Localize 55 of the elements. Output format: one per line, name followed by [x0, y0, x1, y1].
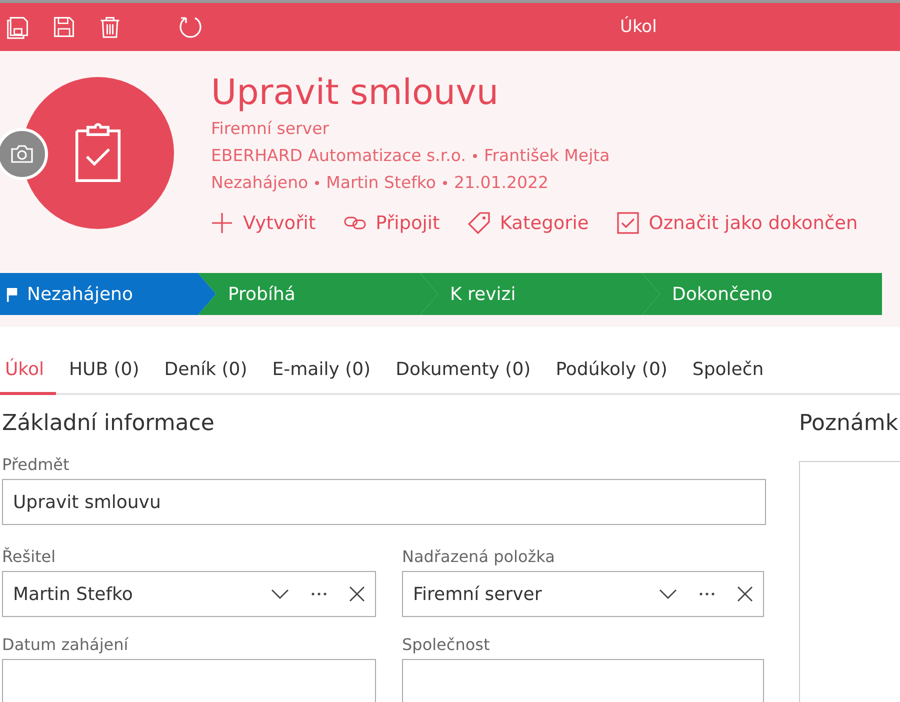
tab[interactable]: Společn — [687, 359, 776, 395]
header-info-text: Nezahájeno — [211, 173, 308, 192]
lookup-field[interactable] — [2, 659, 376, 702]
tab[interactable]: Úkol — [0, 359, 56, 395]
field-label: Datum zahájení — [2, 635, 130, 656]
tab[interactable]: E-maily (0) — [267, 359, 383, 395]
section-title: Základní informace — [2, 411, 216, 438]
stage-step[interactable]: K revizi — [420, 273, 660, 315]
field-label: Nadřazená položka — [402, 547, 556, 568]
tab[interactable]: Dokumenty (0) — [390, 359, 543, 395]
field-label: Řešitel — [2, 547, 57, 568]
chevron-down-icon[interactable] — [271, 589, 289, 599]
action-button[interactable]: Vytvořit — [211, 212, 316, 234]
tag-icon — [468, 212, 490, 234]
lookup-field[interactable]: Firemní server — [402, 571, 764, 617]
stage-step[interactable]: Nezahájeno — [0, 273, 216, 315]
save-icon[interactable] — [52, 15, 76, 39]
stage-step[interactable]: Dokončeno — [642, 273, 882, 315]
camera-button[interactable] — [0, 128, 48, 180]
subject-field[interactable]: Upravit smlouvu — [2, 479, 766, 525]
stage-step[interactable]: Probíhá — [198, 273, 438, 315]
lookup-field[interactable] — [402, 659, 764, 702]
flag-icon — [6, 286, 19, 302]
more-icon[interactable] — [699, 592, 715, 596]
chevron-down-icon[interactable] — [659, 589, 677, 599]
refresh-icon[interactable] — [178, 14, 204, 40]
section-title: Poznámk — [799, 411, 900, 438]
header-info-text: František Mejta — [484, 146, 610, 165]
header-info-text: Firemní server — [211, 119, 330, 138]
separator-dot — [315, 180, 320, 184]
tab[interactable]: Podúkoly (0) — [550, 359, 680, 395]
field-label: Společnost — [402, 635, 491, 656]
header-info-text: Martin Stefko — [326, 173, 436, 192]
header-info-text: 21.01.2022 — [454, 173, 548, 192]
more-icon[interactable] — [311, 592, 327, 596]
window-title: Úkol — [620, 17, 657, 37]
camera-icon — [10, 144, 34, 164]
close-icon[interactable] — [737, 586, 753, 602]
action-button[interactable]: Připojit — [344, 212, 440, 234]
lookup-field[interactable]: Martin Stefko — [2, 571, 376, 617]
task-title: Upravit smlouvu — [211, 72, 500, 115]
separator-dot — [472, 154, 477, 158]
tab[interactable]: HUB (0) — [64, 359, 152, 395]
separator-dot — [442, 180, 447, 184]
close-icon[interactable] — [349, 586, 365, 602]
action-button[interactable]: Kategorie — [468, 212, 589, 234]
clipboard-check-icon — [75, 123, 121, 183]
action-button[interactable]: Označit jako dokončen — [616, 212, 858, 234]
save-all-icon[interactable] — [6, 15, 30, 39]
trash-icon[interactable] — [98, 15, 122, 39]
header-info-text: EBERHARD Automatizace s.r.o. — [211, 146, 466, 165]
field-label: Předmět — [2, 455, 70, 476]
checkbox-icon — [616, 212, 639, 234]
tab[interactable]: Deník (0) — [159, 359, 260, 395]
plus-icon — [211, 212, 233, 234]
